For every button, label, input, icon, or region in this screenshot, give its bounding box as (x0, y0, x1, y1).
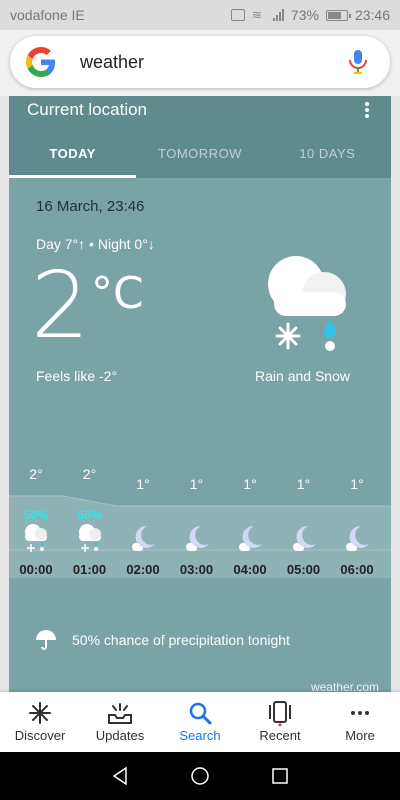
more-icon (351, 711, 369, 715)
updates-icon (108, 703, 132, 724)
condition-text: Rain and Snow (255, 368, 350, 384)
moon-cloud-icon (181, 522, 213, 554)
hour-time: 01:00 (72, 562, 107, 577)
status-bar: vodafone IE ≋ 73% 23:46 (0, 0, 400, 30)
weather-body: 16 March, 23:46 Day 7°↑ • Night 0°↓ 2 °C… (9, 178, 391, 692)
back-icon[interactable] (110, 766, 130, 786)
tab-today[interactable]: TODAY (9, 132, 137, 178)
search-box[interactable]: weather (10, 36, 390, 88)
tabs: TODAY TOMORROW 10 DAYS (9, 132, 391, 178)
hour-time: 06:00 (340, 562, 374, 577)
nav-search-label: Search (179, 728, 221, 743)
tab-10-days[interactable]: 10 DAYS (264, 132, 391, 178)
hour-precip: 50% (23, 508, 49, 522)
umbrella-icon (36, 630, 56, 650)
wifi-icon: ≋ (251, 8, 262, 22)
search-input[interactable]: weather (80, 52, 346, 73)
hour-precip (116, 508, 170, 522)
temperature-unit: °C (91, 268, 144, 319)
hour-column: 1° 04:00 (223, 438, 277, 577)
signal-icon (272, 9, 284, 21)
hour-column: 1° 02:00 (116, 438, 170, 577)
hour-time: 04:00 (233, 562, 267, 577)
google-logo-icon (26, 47, 56, 77)
hour-temperature: 1° (243, 476, 257, 492)
cloud-snow-icon (20, 522, 52, 554)
day-night-temps: Day 7°↑ • Night 0°↓ (36, 236, 155, 252)
mic-icon[interactable] (346, 48, 370, 76)
battery-icon (325, 9, 351, 21)
hour-precip (223, 508, 277, 522)
tab-tomorrow[interactable]: TOMORROW (136, 132, 263, 178)
hour-temperature: 1° (189, 476, 204, 492)
nav-search[interactable]: Search (160, 692, 240, 752)
nav-recent[interactable]: Recent (240, 692, 320, 752)
hourly-forecast: 2° 50% 00:00 2° 50% 01:00 1° 02:00 1° 03:00 1° 04:0… (9, 438, 391, 608)
hour-precip (170, 508, 224, 522)
cloud-snow-icon (74, 522, 106, 554)
date-time: 16 March, 23:46 (36, 198, 145, 215)
moon-cloud-icon (127, 522, 159, 554)
battery-percent: 73% (290, 7, 319, 23)
card-header: Current location TODAY TOMORROW 10 DAYS (9, 96, 391, 178)
hour-precip: 50% (77, 508, 102, 522)
nav-more-label: More (345, 728, 375, 743)
search-icon (189, 702, 212, 725)
hour-time: 02:00 (126, 562, 160, 577)
nav-recent-label: Recent (259, 728, 301, 743)
source-link[interactable]: weather.com (311, 680, 379, 692)
precip-text: 50% chance of precipitation tonight (72, 632, 290, 648)
hour-time: 03:00 (179, 562, 214, 577)
precip-summary: 50% chance of precipitation tonight (34, 628, 290, 652)
location-title: Current location (27, 100, 148, 119)
home-icon[interactable] (190, 766, 210, 786)
nav-discover[interactable]: Discover (0, 692, 80, 752)
clock: 23:46 (354, 7, 390, 23)
carrier-name: vodafone IE (10, 7, 85, 23)
hour-time: 00:00 (19, 562, 53, 577)
nav-updates-label: Updates (95, 728, 145, 743)
nav-more[interactable]: More (320, 692, 400, 752)
overflow-menu-icon[interactable] (365, 102, 369, 118)
nfc-icon (230, 9, 245, 21)
system-nav-bar (0, 752, 400, 800)
moon-cloud-icon (234, 522, 266, 554)
nav-updates[interactable]: Updates (80, 692, 160, 752)
hour-temperature: 2° (82, 466, 97, 482)
rain-snow-icon (268, 256, 346, 351)
hour-column: 2° 50% 00:00 (9, 438, 63, 577)
moon-cloud-icon (341, 522, 373, 554)
hour-column: 1° 06:00 (330, 438, 384, 577)
hour-temperature: 1° (136, 476, 150, 492)
moon-cloud-icon (288, 522, 320, 554)
feels-like: Feels like -2° (36, 368, 118, 384)
hour-column: 1° 05:00 (277, 438, 331, 577)
hour-column: 2° 50% 01:00 (63, 438, 117, 577)
recent-icon (269, 701, 291, 726)
hour-temperature: 1° (350, 476, 364, 492)
weather-card: Current location TODAY TOMORROW 10 DAYS … (9, 96, 391, 692)
search-area: weather (0, 30, 400, 96)
bottom-nav: Discover Updates Search Recent More (0, 692, 400, 752)
asterisk-icon (29, 702, 51, 724)
hour-precip (277, 508, 331, 522)
hour-time: 05:00 (286, 562, 321, 577)
hour-temperature: 2° (29, 466, 43, 482)
overview-icon[interactable] (270, 766, 290, 786)
hour-column: 1° 03:00 (170, 438, 224, 577)
current-temperature: 2 (31, 252, 90, 359)
nav-discover-label: Discover (14, 728, 66, 743)
hour-precip (330, 508, 384, 522)
hour-temperature: 1° (296, 476, 311, 492)
